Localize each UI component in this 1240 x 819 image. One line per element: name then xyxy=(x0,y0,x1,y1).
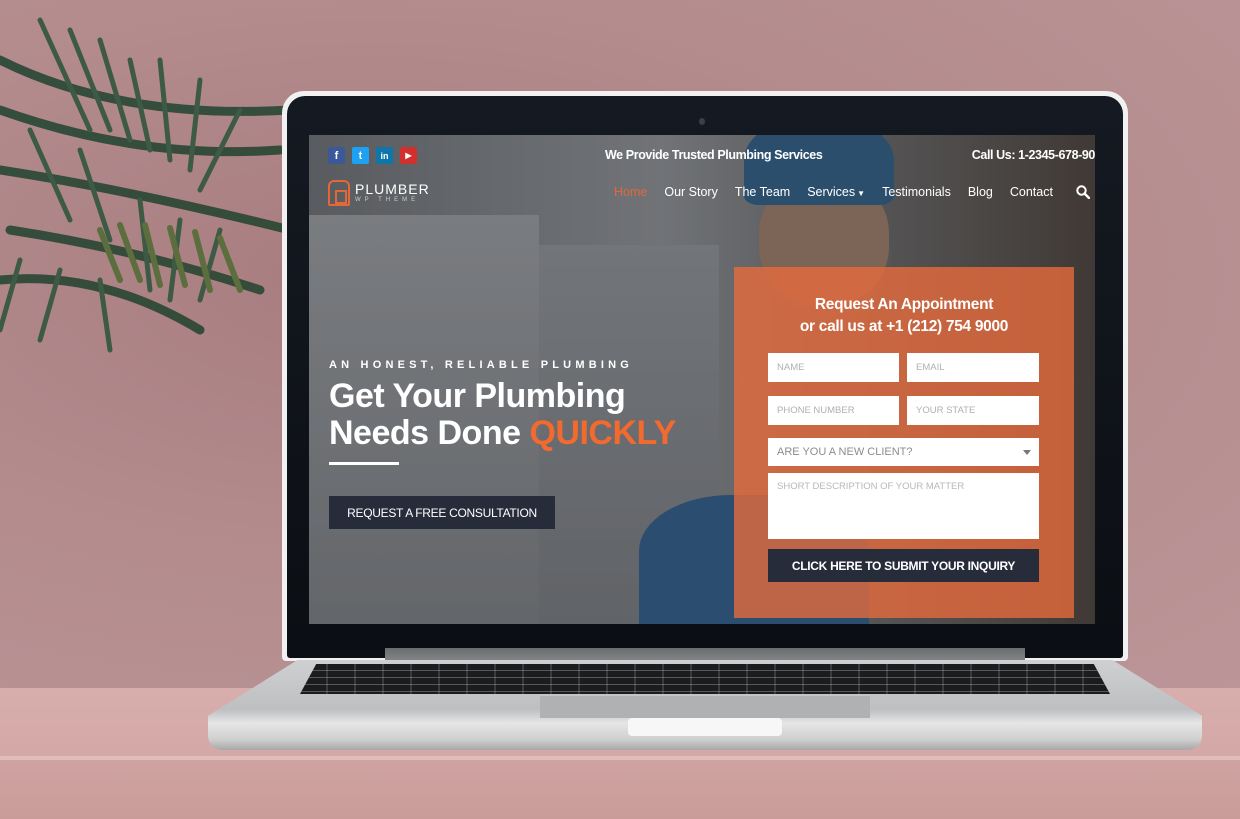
new-client-select[interactable]: ARE YOU A NEW CLIENT? xyxy=(768,438,1039,466)
logo-title: PLUMBER xyxy=(355,181,430,197)
twitter-icon[interactable]: t xyxy=(352,147,369,164)
call-us-phone[interactable]: Call Us: 1-2345-678-90 xyxy=(972,148,1095,162)
hero-section: AN HONEST, RELIABLE PLUMBING Get Your Pl… xyxy=(329,359,729,465)
description-textarea[interactable]: SHORT DESCRIPTION OF YOUR MATTER xyxy=(768,473,1039,539)
hero-headline: Get Your Plumbing Needs Done QUICKLY xyxy=(329,378,729,452)
form-title-line2: or call us at +1 (212) 754 9000 xyxy=(799,318,1009,335)
palm-plant-image xyxy=(0,17,295,353)
logo-subtitle: WP THEME xyxy=(355,197,420,203)
name-field[interactable]: NAME xyxy=(768,353,899,382)
chevron-down-icon: ▼ xyxy=(857,189,866,198)
nav-services-label: Services xyxy=(807,185,856,199)
nav-services[interactable]: Services ▼ xyxy=(807,185,865,199)
tagline: We Provide Trusted Plumbing Services xyxy=(605,148,823,162)
hero-eyebrow: AN HONEST, RELIABLE PLUMBING xyxy=(329,359,633,371)
facebook-icon[interactable]: f xyxy=(328,147,345,164)
laptop-front-notch xyxy=(628,718,782,736)
nav-blog[interactable]: Blog xyxy=(968,185,993,199)
website-screen: f t in ▶ We Provide Trusted Plumbing Ser… xyxy=(309,135,1095,624)
nav-home[interactable]: Home xyxy=(614,185,647,199)
state-field[interactable]: YOUR STATE xyxy=(907,396,1039,425)
table-front xyxy=(0,760,1240,819)
submit-inquiry-button[interactable]: CLICK HERE TO SUBMIT YOUR INQUIRY xyxy=(768,549,1039,582)
site-logo[interactable]: PLUMBER WP THEME xyxy=(328,180,430,206)
email-field[interactable]: EMAIL xyxy=(907,353,1039,382)
appointment-form: Request An Appointment or call us at +1 … xyxy=(734,267,1074,618)
hero-headline-accent: QUICKLY xyxy=(529,414,676,452)
nav-contact[interactable]: Contact xyxy=(1010,185,1053,199)
webcam xyxy=(699,118,705,125)
chevron-down-icon xyxy=(1023,450,1031,455)
nav-the-team[interactable]: The Team xyxy=(735,185,790,199)
main-nav: Home Our Story The Team Services ▼ Testim… xyxy=(614,185,1053,199)
social-links: f t in ▶ xyxy=(328,147,417,164)
youtube-icon[interactable]: ▶ xyxy=(400,147,417,164)
hero-headline-line2: Needs Done xyxy=(329,414,530,452)
new-client-select-value: ARE YOU A NEW CLIENT? xyxy=(777,446,913,458)
nav-our-story[interactable]: Our Story xyxy=(664,185,718,199)
hero-headline-line1: Get Your Plumbing xyxy=(329,377,626,415)
hero-divider xyxy=(329,462,399,465)
request-consultation-button[interactable]: REQUEST A FREE CONSULTATION xyxy=(329,496,555,529)
top-bar: f t in ▶ We Provide Trusted Plumbing Ser… xyxy=(309,135,1095,175)
logo-mark-icon xyxy=(328,180,350,206)
search-icon[interactable] xyxy=(1076,185,1090,199)
nav-testimonials[interactable]: Testimonials xyxy=(882,185,951,199)
laptop-keyboard xyxy=(300,664,1110,694)
phone-field[interactable]: PHONE NUMBER xyxy=(768,396,899,425)
form-title-line1: Request An Appointment xyxy=(814,296,994,313)
linkedin-icon[interactable]: in xyxy=(376,147,393,164)
form-title: Request An Appointment or call us at +1 … xyxy=(734,294,1074,338)
laptop-trackpad xyxy=(540,696,870,718)
